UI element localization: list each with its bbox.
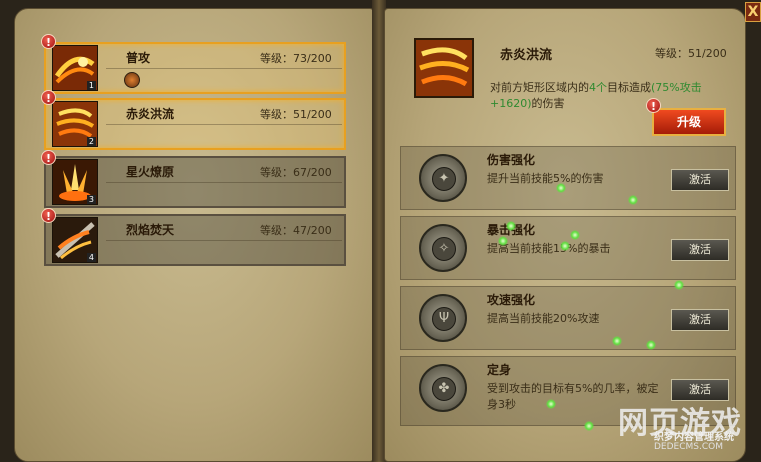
sparkle-effect: [584, 421, 594, 431]
sparkle-effect: [498, 236, 508, 246]
skill-name: 烈焰焚天: [126, 223, 175, 237]
skill-name: 星火燎原: [126, 165, 175, 179]
sparkle-effect: [546, 399, 556, 409]
rune-icon: [124, 72, 140, 88]
sparkle-effect: [628, 195, 638, 205]
skill-row-1[interactable]: 1 普攻 等级：73/200: [44, 42, 346, 94]
sword-rune-icon: ✦: [419, 154, 467, 202]
sparkle-effect: [674, 280, 684, 290]
watermark: 网页游戏 织梦内容管理系统 DEDECMS.COM: [618, 406, 742, 452]
sparkle-effect: [612, 336, 622, 346]
trident-rune-icon: Ψ: [419, 294, 467, 342]
divider: [106, 68, 342, 69]
skill-icon-flame-torrent: 2: [52, 101, 98, 147]
skill-name: 普攻: [126, 51, 151, 65]
sparkle-effect: [506, 221, 516, 231]
divider: [106, 124, 342, 125]
sparkle-effect: [570, 230, 580, 240]
alert-icon: !: [41, 150, 56, 165]
sparkle-effect: [646, 340, 656, 350]
root-rune-icon: ✤: [419, 364, 467, 412]
enhancement-damage: ✦ 伤害强化 提升当前技能5%的伤害 激活: [400, 146, 736, 210]
skill-level: 等级：47/200: [260, 224, 332, 237]
selected-skill-level: 等级：51/200: [655, 47, 727, 60]
skill-level: 等级：51/200: [260, 108, 332, 121]
enhancement-attack-speed: Ψ 攻速强化 提高当前技能20%攻速 激活: [400, 286, 736, 350]
sparkle-effect: [560, 241, 570, 251]
selected-skill-name: 赤炎洪流: [500, 48, 553, 63]
alert-icon: !: [646, 98, 661, 113]
upgrade-button[interactable]: 升级: [652, 108, 726, 136]
skill-level: 等级：73/200: [260, 52, 332, 65]
alert-icon: !: [41, 208, 56, 223]
skill-icon-starfire: 3: [52, 159, 98, 205]
selected-skill-icon: [414, 38, 474, 98]
skill-level: 等级：67/200: [260, 166, 332, 179]
skill-row-3[interactable]: 3 星火燎原 等级：67/200: [44, 156, 346, 208]
skill-icon-blazing-sky: 4: [52, 217, 98, 263]
alert-icon: !: [41, 34, 56, 49]
alert-icon: !: [41, 90, 56, 105]
skill-name: 赤炎洪流: [126, 107, 175, 121]
activate-button[interactable]: 激活: [671, 169, 729, 191]
activate-button[interactable]: 激活: [671, 239, 729, 261]
sparkle-effect: [556, 183, 566, 193]
crit-rune-icon: ✧: [419, 224, 467, 272]
skill-row-2[interactable]: 2 赤炎洪流 等级：51/200: [44, 98, 346, 150]
divider: [106, 240, 342, 241]
activate-button[interactable]: 激活: [671, 309, 729, 331]
skill-icon-normal-attack: 1: [52, 45, 98, 91]
skill-row-4[interactable]: 4 烈焰焚天 等级：47/200: [44, 214, 346, 266]
close-button[interactable]: X: [745, 2, 761, 22]
divider: [106, 182, 342, 183]
